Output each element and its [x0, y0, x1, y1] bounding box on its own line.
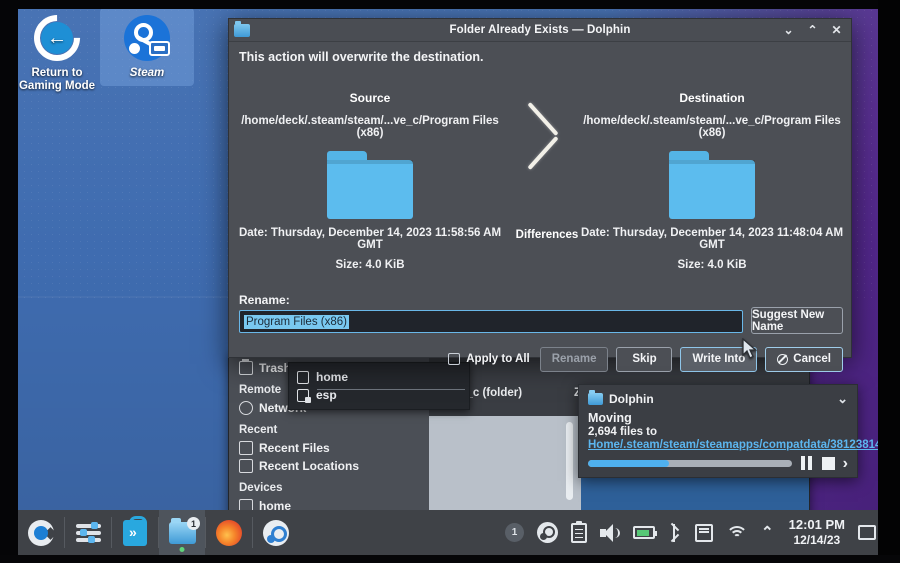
- sidebar-item-recent-files[interactable]: Recent Files: [237, 439, 429, 457]
- checkbox-box[interactable]: [448, 353, 461, 365]
- source-column: Source /home/deck/.steam/steam/...ve_c/P…: [235, 91, 505, 271]
- taskbar-dolphin[interactable]: 1: [159, 510, 205, 555]
- screen-bezel-left: [0, 0, 18, 563]
- stop-icon[interactable]: [821, 456, 835, 470]
- battery-icon[interactable]: [633, 526, 658, 539]
- speaker-icon[interactable]: [600, 523, 621, 542]
- software-store-icon: [123, 515, 147, 546]
- taskbar-discover-store[interactable]: [112, 510, 158, 555]
- source-size: Size: 4.0 KiB: [335, 259, 405, 271]
- sidebar-header-devices: Devices: [239, 482, 283, 494]
- return-arrow-icon: ←: [24, 5, 90, 71]
- destination-heading: Destination: [679, 91, 745, 105]
- taskbar-clock[interactable]: 12:01 PM 12/14/23: [789, 517, 845, 548]
- screen-bezel-right: [878, 0, 900, 563]
- places-popup-item-label: esp: [316, 388, 337, 402]
- usb-icon[interactable]: [695, 523, 714, 542]
- clipboard-icon[interactable]: [571, 520, 588, 543]
- folder-already-exists-dialog[interactable]: Folder Already Exists — Dolphin ⌄ ⌃ ✕ Th…: [228, 18, 852, 372]
- close-button[interactable]: ✕: [830, 21, 843, 39]
- clock-date: 12/14/23: [793, 533, 841, 547]
- dialog-titlebar[interactable]: Folder Already Exists — Dolphin ⌄ ⌃ ✕: [229, 19, 851, 42]
- destination-path: /home/deck/.steam/steam/...ve_c/Program …: [583, 115, 841, 139]
- dialog-button-row: Apply to All Rename Skip Write Into Canc…: [229, 344, 853, 374]
- notification-detail-prefix: 2,694 files to: [588, 426, 658, 438]
- dialog-message: This action will overwrite the destinati…: [239, 50, 484, 64]
- notification-app-name: Dolphin: [609, 392, 654, 406]
- cancel-button-label: Cancel: [793, 353, 831, 365]
- desktop-icon-label-line2: Gaming Mode: [18, 80, 96, 92]
- dialog-title: Folder Already Exists — Dolphin: [449, 24, 631, 36]
- destination-folder-icon: [669, 151, 755, 219]
- sidebar-item-label: Recent Locations: [259, 459, 360, 473]
- rename-input-value: Program Files (x86): [244, 314, 349, 329]
- steam-icon: [263, 519, 289, 546]
- settings-sliders-icon: [75, 522, 101, 544]
- progress-bar-fill: [588, 459, 670, 467]
- minimize-button[interactable]: ⌄: [782, 21, 795, 39]
- progress-bar: [588, 459, 792, 467]
- skip-button[interactable]: Skip: [616, 346, 673, 372]
- desktop-icon-return-to-gaming-mode[interactable]: ← Return to Gaming Mode: [10, 5, 104, 93]
- recent-files-icon: [239, 441, 253, 455]
- dolphin-folder-icon: [588, 390, 603, 405]
- taskbar-firefox[interactable]: [206, 510, 252, 555]
- network-icon: [239, 401, 253, 415]
- desktop-icon-steam[interactable]: Steam: [100, 8, 194, 86]
- drive-esp-icon: [297, 388, 311, 403]
- taskbar-steam[interactable]: [253, 510, 299, 555]
- rename-input[interactable]: Program Files (x86): [239, 310, 743, 333]
- kde-launcher-icon: [28, 519, 54, 546]
- source-folder-icon: [327, 151, 413, 219]
- recent-locations-icon: [239, 459, 253, 473]
- notification-detail: 2,694 files to Home/.steam/steam/steamap…: [588, 426, 900, 452]
- destination-date: Date: Thursday, December 14, 2023 11:48:…: [580, 227, 844, 251]
- notification-popup[interactable]: Dolphin ⌄ Moving 2,694 files to Home/.st…: [578, 384, 900, 478]
- apply-to-all-label: Apply to All: [466, 353, 530, 365]
- clock-time: 12:01 PM: [788, 517, 845, 532]
- rename-button: Rename: [539, 346, 609, 372]
- screen-bezel-top: [0, 0, 900, 9]
- chevron-up-icon[interactable]: ⌃: [761, 524, 774, 541]
- desktop-screen: ← Return to Gaming Mode Steam Trash Remo…: [0, 0, 900, 563]
- taskbar: 1 1 ⌃ 12:01 PM 12/14/23: [0, 510, 900, 555]
- desktop-icon-label-line1: Return to: [31, 67, 83, 79]
- apply-to-all-checkbox[interactable]: Apply to All: [448, 353, 530, 365]
- taskbar-system-settings[interactable]: [65, 510, 111, 555]
- show-desktop-icon[interactable]: [858, 525, 876, 540]
- bluetooth-icon[interactable]: [668, 522, 682, 543]
- tray-notification-count[interactable]: 1: [505, 523, 525, 542]
- mouse-cursor: [742, 338, 758, 359]
- chevron-right-icon: [524, 99, 570, 173]
- taskbar-application-launcher[interactable]: [18, 510, 64, 555]
- pause-icon[interactable]: [800, 456, 814, 470]
- firefox-icon: [216, 519, 242, 546]
- cancel-icon: [777, 353, 789, 365]
- taskbar-badge-count: 1: [187, 517, 200, 530]
- maximize-button[interactable]: ⌃: [806, 21, 819, 39]
- steam-icon[interactable]: [537, 522, 559, 543]
- source-heading: Source: [349, 91, 391, 105]
- cancel-button[interactable]: Cancel: [765, 346, 843, 372]
- sidebar-item-label: Recent Files: [259, 441, 330, 455]
- chevron-down-icon[interactable]: ⌄: [837, 391, 848, 407]
- notification-destination-link-line1[interactable]: Home/.steam/steam/steamapps/: [588, 439, 763, 451]
- source-date: Date: Thursday, December 14, 2023 11:58:…: [238, 227, 502, 251]
- chevron-right-icon[interactable]: ›: [843, 455, 848, 471]
- steam-icon: [123, 14, 171, 62]
- wifi-icon[interactable]: [726, 524, 749, 541]
- destination-size: Size: 4.0 KiB: [677, 259, 747, 271]
- desktop-icon-label: Steam: [129, 67, 165, 79]
- places-popup-divider: [317, 389, 465, 390]
- dolphin-scrollbar[interactable]: [565, 418, 574, 521]
- sidebar-header-recent: Recent: [239, 424, 278, 436]
- sidebar-item-recent-locations[interactable]: Recent Locations: [237, 457, 429, 475]
- differences-label: Differences: [515, 229, 579, 241]
- source-path: /home/deck/.steam/steam/...ve_c/Program …: [241, 115, 499, 139]
- destination-column: Destination /home/deck/.steam/steam/...v…: [577, 91, 847, 271]
- suggest-new-name-button[interactable]: Suggest New Name: [751, 307, 843, 334]
- rename-label: Rename:: [239, 293, 290, 307]
- notification-action: Moving: [588, 411, 632, 425]
- screen-bezel-bottom: [0, 555, 900, 563]
